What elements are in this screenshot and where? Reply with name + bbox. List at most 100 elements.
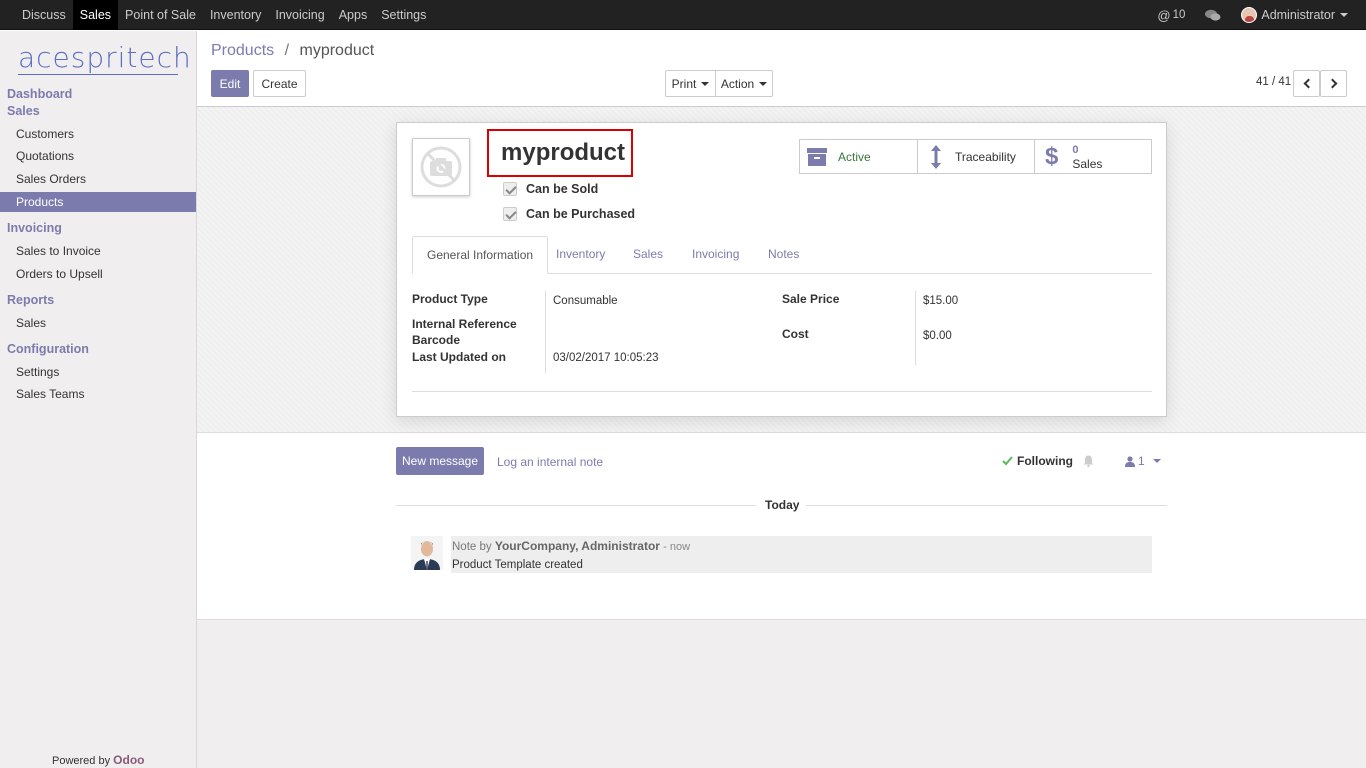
can-be-purchased-label: Can be Purchased <box>526 207 636 221</box>
app-point-of-sale[interactable]: Point of Sale <box>118 0 203 30</box>
tab-sales[interactable]: Sales <box>633 236 663 274</box>
app-discuss[interactable]: Discuss <box>15 0 73 30</box>
user-menu[interactable]: Administrator <box>1231 0 1366 30</box>
app-invoicing[interactable]: Invoicing <box>268 0 331 30</box>
breadcrumb-products[interactable]: Products <box>211 42 274 59</box>
sidebar-section-invoicing[interactable]: Invoicing <box>7 221 62 235</box>
sidebar-item-sales-to-invoice[interactable]: Sales to Invoice <box>0 241 196 261</box>
smart-buttons: Active Traceability $ 0 Sales <box>799 139 1152 174</box>
at-icon: @ <box>1157 7 1171 23</box>
new-message-button[interactable]: New message <box>396 447 484 475</box>
messages-button[interactable] <box>1195 0 1231 30</box>
sales-count: 0 <box>1072 143 1079 156</box>
no-camera-icon <box>420 146 462 188</box>
arrows-vertical-icon <box>931 144 941 169</box>
sidebar-item-reports-sales[interactable]: Sales <box>0 313 196 333</box>
field-divider-right <box>915 291 916 365</box>
message-body: Product Template created <box>452 559 583 571</box>
chevron-down-icon <box>759 81 768 86</box>
action-dropdown[interactable]: Action <box>715 70 773 97</box>
odoo-link[interactable]: Odoo <box>113 753 144 767</box>
following-label: Following <box>1017 454 1073 468</box>
traceability-button[interactable]: Traceability <box>918 140 1035 173</box>
bell-icon[interactable] <box>1083 455 1094 467</box>
sidebar-item-customers[interactable]: Customers <box>0 124 196 144</box>
today-line-right <box>806 505 1167 506</box>
sidebar-item-sales-teams[interactable]: Sales Teams <box>0 384 196 404</box>
product-name: myproduct <box>501 139 626 166</box>
product-type-value: Consumable <box>553 295 618 307</box>
sheet-bottom-divider <box>412 391 1152 392</box>
edit-button[interactable]: Edit <box>211 70 249 97</box>
last-updated-value: 03/02/2017 10:05:23 <box>553 352 659 364</box>
sidebar-item-orders-to-upsell[interactable]: Orders to Upsell <box>0 264 196 284</box>
app-settings[interactable]: Settings <box>374 0 433 30</box>
sidebar-item-quotations[interactable]: Quotations <box>0 146 196 166</box>
breadcrumb: Products / myproduct <box>211 42 374 60</box>
breadcrumb-separator: / <box>284 42 290 59</box>
sidebar-section-sales[interactable]: Sales <box>7 104 40 118</box>
pager-value[interactable]: 41 / 41 <box>1256 76 1291 88</box>
print-dropdown[interactable]: Print <box>665 70 716 97</box>
pager-previous-button[interactable] <box>1293 70 1320 97</box>
mentions-button[interactable]: @ 10 <box>1147 0 1195 30</box>
print-label: Print <box>671 76 697 91</box>
powered-by-text: Powered by <box>52 755 111 767</box>
pager-next-button[interactable] <box>1320 70 1347 97</box>
chevron-right-icon <box>1327 78 1337 89</box>
followers-count: 1 <box>1138 454 1145 468</box>
chat-bubbles-icon <box>1205 9 1221 21</box>
sidebar-section-reports[interactable]: Reports <box>7 293 54 307</box>
tab-invoicing[interactable]: Invoicing <box>692 236 739 274</box>
traceability-label: Traceability <box>955 149 1016 164</box>
can-be-sold-field: Can be Sold <box>503 182 598 196</box>
chevron-down-icon <box>1152 459 1161 463</box>
person-photo-icon <box>411 536 443 570</box>
sales-stat-button[interactable]: $ 0 Sales <box>1035 140 1151 173</box>
can-be-sold-label: Can be Sold <box>526 182 599 196</box>
chevron-down-icon <box>1340 13 1348 17</box>
notebook-tabs: General Information Inventory Sales Invo… <box>412 236 1152 274</box>
sales-stat-label: Sales <box>1072 156 1103 171</box>
systray: @ 10 Administrator <box>1147 0 1366 30</box>
sidebar-section-configuration[interactable]: Configuration <box>7 342 89 356</box>
app-apps[interactable]: Apps <box>332 0 375 30</box>
user-avatar <box>1241 7 1258 23</box>
logo-underline <box>18 74 178 75</box>
chevron-left-icon <box>1303 78 1313 89</box>
check-icon <box>1002 456 1013 466</box>
sidebar-item-products[interactable]: Products <box>0 192 196 212</box>
sidebar: acespritech Dashboard Sales Customers Qu… <box>0 31 197 768</box>
message-author[interactable]: YourCompany, Administrator <box>495 539 660 553</box>
internal-reference-label: Internal Reference <box>412 317 517 331</box>
message-prefix: Note by <box>452 541 492 553</box>
company-logo: acespritech <box>18 41 192 75</box>
author-avatar[interactable] <box>411 536 443 570</box>
can-be-purchased-checkbox[interactable] <box>503 207 517 221</box>
followers-dropdown[interactable]: 1 <box>1125 454 1161 468</box>
powered-by: Powered by Odoo <box>52 753 144 767</box>
form-sheet: myproduct Can be Sold Can be Purchased A… <box>396 122 1167 417</box>
tab-general-information[interactable]: General Information <box>412 236 549 274</box>
action-label: Action <box>720 76 755 91</box>
active-label: Active <box>838 149 871 164</box>
product-image[interactable] <box>412 138 470 196</box>
tab-notes[interactable]: Notes <box>768 236 799 274</box>
create-button[interactable]: Create <box>253 70 306 97</box>
can-be-purchased-field: Can be Purchased <box>503 207 635 221</box>
message-header: Note by YourCompany, Administrator - now <box>452 539 690 553</box>
can-be-sold-checkbox[interactable] <box>503 182 517 196</box>
logo-text: acespritech <box>18 41 192 74</box>
cost-label: Cost <box>782 327 809 341</box>
log-note-button[interactable]: Log an internal note <box>497 455 603 469</box>
sidebar-item-settings[interactable]: Settings <box>0 362 196 382</box>
tab-inventory[interactable]: Inventory <box>556 236 605 274</box>
following-button[interactable]: Following <box>1002 454 1094 468</box>
app-sales[interactable]: Sales <box>72 0 119 30</box>
sidebar-item-sales-orders[interactable]: Sales Orders <box>0 169 196 189</box>
app-inventory[interactable]: Inventory <box>203 0 268 30</box>
field-divider-left <box>545 291 546 373</box>
product-type-label: Product Type <box>412 292 488 306</box>
active-toggle-button[interactable]: Active <box>800 140 918 173</box>
sidebar-section-dashboard[interactable]: Dashboard <box>7 87 72 101</box>
